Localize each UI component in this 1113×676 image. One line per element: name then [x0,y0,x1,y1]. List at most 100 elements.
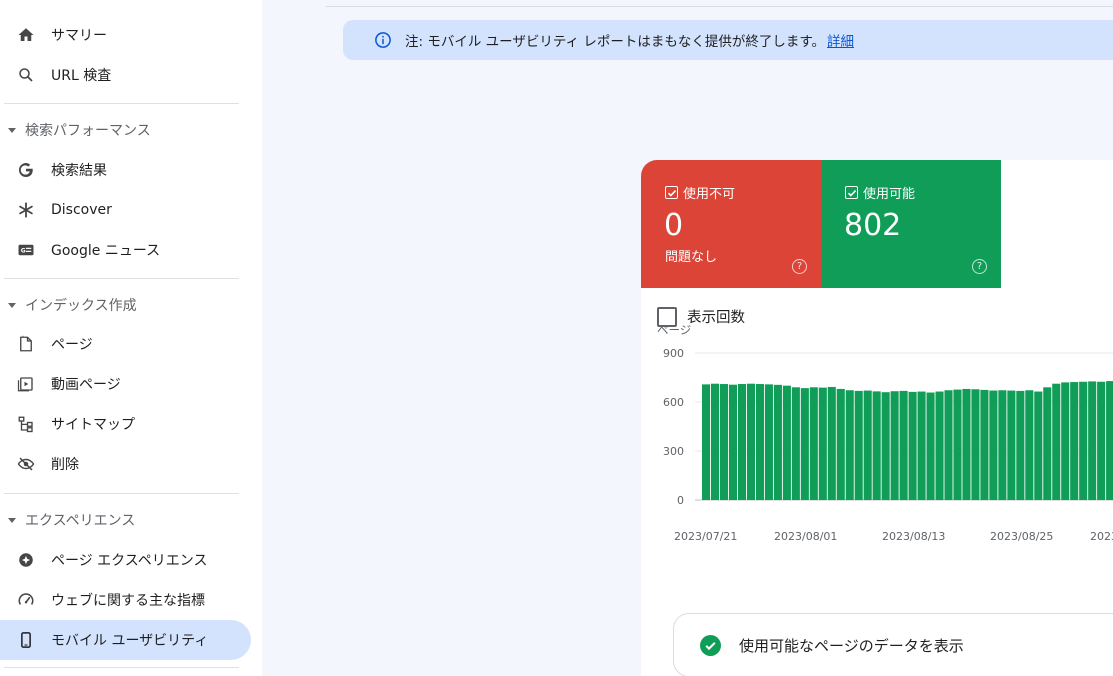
unusable-sub: 問題なし [665,250,718,265]
help-icon[interactable]: ? [792,259,807,274]
bar-usable [899,390,908,500]
section-title: インデックス作成 [25,298,137,314]
sidebar-item-search-results[interactable]: 検索結果 [0,150,251,190]
unusable-card[interactable]: 使用不可 0 問題なし ? [641,160,821,288]
section-indexing[interactable]: インデックス作成 [0,290,137,320]
sidebar-item-sitemaps[interactable]: サイトマップ [0,404,251,444]
bar-usable [728,384,738,500]
sidebar-item-video-pages[interactable]: 動画ページ [0,364,251,404]
usability-chart: ページ 0 300 600 900 2023/07/21 2023/08/01 2023/08… [641,323,1113,586]
unusable-value: 0 [664,208,684,243]
divider [4,103,239,104]
divider [4,667,239,668]
report-panel: 使用不可 0 問題なし ? 使用可能 802 ? 表示回数 ページ 0 300 600… [641,160,1113,676]
bar-usable [971,389,980,500]
bar-usable [1052,383,1061,500]
view-button-label: 使用可能なページのデータを表示 [739,636,964,655]
usable-value: 802 [844,208,902,243]
help-icon[interactable]: ? [972,259,987,274]
y-tick-label: 0 [677,494,684,507]
sidebar: サマリー URL 検査 検索パフォーマンス 検索結果 Discover G Go… [0,0,262,676]
caret-down-icon [8,302,16,308]
x-tick-label: 2023/08/13 [882,530,945,543]
sidebar-item-label: ページ [51,337,93,353]
banner-details-link[interactable]: 詳細 [827,30,854,50]
sidebar-item-removals[interactable]: 削除 [0,444,251,484]
bar-usable [773,384,782,500]
sidebar-item-url-inspection[interactable]: URL 検査 [0,55,251,95]
bar-usable [1088,381,1097,500]
card-head: 使用不可 [665,183,735,202]
bar-usable [1106,381,1113,500]
bar-usable [863,390,872,500]
usable-card[interactable]: 使用可能 802 ? [821,160,1001,288]
usable-label: 使用可能 [863,187,916,202]
x-tick-label: 2023/0 [1090,530,1113,543]
y-tick-label: 900 [663,347,684,360]
section-experience[interactable]: エクスペリエンス [0,505,135,535]
x-tick-label: 2023/07/21 [674,530,737,543]
sidebar-item-core-web-vitals[interactable]: ウェブに関する主な指標 [0,580,251,620]
sidebar-item-page-experience[interactable]: ページ エクスペリエンス [0,540,251,580]
smartphone-icon [16,630,36,650]
sidebar-item-pages[interactable]: ページ [0,324,251,364]
caret-down-icon [8,127,16,133]
bar-usable [1079,381,1088,500]
section-title: エクスペリエンス [25,513,136,529]
bar-usable [755,384,764,500]
deprecation-banner: 注: モバイル ユーザビリティ レポートはまもなく提供が終了します。 詳細 [343,20,1113,60]
sidebar-item-label: Google ニュース [51,243,161,259]
bar-usable [1007,390,1016,500]
bar-usable [710,383,720,500]
video-page-icon [16,374,36,394]
bar-usable [872,391,881,500]
bar-usable [827,386,836,500]
bar-usable [908,391,917,500]
view-usable-pages-button[interactable]: 使用可能なページのデータを表示 [673,613,1113,676]
impressions-label: 表示回数 [687,310,745,326]
bar-usable [881,392,890,500]
divider [4,493,239,494]
svg-text:G: G [21,248,26,255]
eye-off-icon [16,454,36,474]
sidebar-item-label: ページ エクスペリエンス [51,553,208,569]
sidebar-item-label: サイトマップ [51,417,135,433]
search-icon [16,65,36,85]
sidebar-item-label: 削除 [51,457,79,473]
sitemap-icon [16,414,36,434]
info-icon [374,31,392,49]
section-search-performance[interactable]: 検索パフォーマンス [0,115,151,145]
bar-usable [1061,382,1070,500]
news-icon: G [16,240,36,260]
asterisk-icon [16,200,36,220]
bar-usable [1043,387,1052,500]
bar-usable [1097,381,1106,500]
unusable-label: 使用不可 [683,187,736,202]
sidebar-item-google-news[interactable]: G Google ニュース [0,230,251,270]
pages-icon [16,334,36,354]
card-head: 使用可能 [845,183,915,202]
header-divider [326,6,1113,7]
sidebar-item-summary[interactable]: サマリー [0,15,251,55]
google-g-icon [16,160,36,180]
x-tick-label: 2023/08/25 [990,530,1053,543]
bar-usable [980,389,989,500]
bar-usable [737,384,747,500]
bar-usable [890,391,899,500]
checkbox-checked-icon[interactable] [845,186,858,199]
bar-usable [854,390,863,500]
bar-usable [953,389,962,500]
sidebar-item-label: 動画ページ [51,377,121,393]
checkbox-checked-icon[interactable] [665,186,678,199]
y-axis-title: ページ [657,323,691,337]
bar-usable [1025,390,1034,500]
sidebar-item-label: ウェブに関する主な指標 [51,593,205,609]
bar-usable [998,390,1007,500]
sidebar-item-mobile-usability[interactable]: モバイル ユーザビリティ [0,620,251,660]
divider [4,278,239,279]
sidebar-item-label: サマリー [51,28,107,44]
bar-usable [764,384,773,500]
bar-usable [800,388,809,500]
section-title: 検索パフォーマンス [25,123,151,139]
sidebar-item-discover[interactable]: Discover [0,190,251,230]
